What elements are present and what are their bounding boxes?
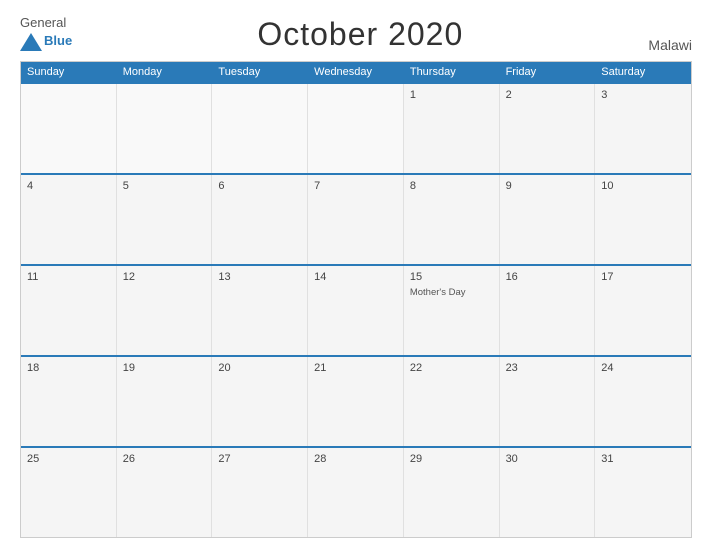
- day-cell-w5-d6: 30: [500, 448, 596, 537]
- day-number: 20: [218, 362, 301, 374]
- week-row-5: 25 26 27 28 29 30 31: [21, 446, 691, 537]
- day-cell-w4-d3: 20: [212, 357, 308, 446]
- day-number: 14: [314, 271, 397, 283]
- day-cell-w1-d6: 2: [500, 84, 596, 173]
- page: General Blue October 2020 Malawi Sunday …: [0, 0, 712, 550]
- day-cell-w5-d4: 28: [308, 448, 404, 537]
- day-cell-w4-d6: 23: [500, 357, 596, 446]
- weeks-container: 123456789101112131415Mother's Day1617181…: [21, 82, 691, 537]
- day-number: 4: [27, 180, 110, 192]
- day-cell-w5-d5: 29: [404, 448, 500, 537]
- day-number: 11: [27, 271, 110, 283]
- day-number: 3: [601, 89, 685, 101]
- day-number: 19: [123, 362, 206, 374]
- header-tuesday: Tuesday: [212, 62, 308, 82]
- calendar-title: October 2020: [257, 16, 463, 53]
- day-cell-w3-d3: 13: [212, 266, 308, 355]
- logo-triangle-icon: [20, 31, 42, 53]
- calendar: Sunday Monday Tuesday Wednesday Thursday…: [20, 61, 692, 538]
- day-number: 7: [314, 180, 397, 192]
- day-cell-w3-d6: 16: [500, 266, 596, 355]
- day-cell-w1-d4: [308, 84, 404, 173]
- logo-general: General: [20, 16, 72, 30]
- day-cell-w1-d3: [212, 84, 308, 173]
- week-row-3: 11 12 13 14 15 Mother's Day 16 17: [21, 264, 691, 355]
- day-headers-row: Sunday Monday Tuesday Wednesday Thursday…: [21, 62, 691, 82]
- logo: General Blue: [20, 16, 72, 52]
- day-number: 17: [601, 271, 685, 283]
- day-number: 22: [410, 362, 493, 374]
- day-cell-w2-d4: 7: [308, 175, 404, 264]
- header-friday: Friday: [500, 62, 596, 82]
- day-number: 9: [506, 180, 589, 192]
- day-cell-w5-d2: 26: [117, 448, 213, 537]
- day-cell-w4-d7: 24: [595, 357, 691, 446]
- logo-blue: Blue: [44, 34, 72, 48]
- day-cell-w1-d5: 1: [404, 84, 500, 173]
- day-cell-w4-d1: 18: [21, 357, 117, 446]
- day-number: 13: [218, 271, 301, 283]
- event-label: Mother's Day: [410, 287, 493, 298]
- day-number: 25: [27, 453, 110, 465]
- day-number: 2: [506, 89, 589, 101]
- day-cell-w4-d2: 19: [117, 357, 213, 446]
- header-monday: Monday: [117, 62, 213, 82]
- week-row-1: 1 23: [21, 82, 691, 173]
- day-number: 6: [218, 180, 301, 192]
- day-number: 23: [506, 362, 589, 374]
- day-number: 24: [601, 362, 685, 374]
- day-number: 28: [314, 453, 397, 465]
- day-cell-w4-d4: 21: [308, 357, 404, 446]
- day-cell-w1-d1: [21, 84, 117, 173]
- day-cell-w2-d3: 6: [212, 175, 308, 264]
- day-cell-w3-d2: 12: [117, 266, 213, 355]
- header-wednesday: Wednesday: [308, 62, 404, 82]
- header-thursday: Thursday: [404, 62, 500, 82]
- day-number: 29: [410, 453, 493, 465]
- day-cell-w2-d6: 9: [500, 175, 596, 264]
- country-label: Malawi: [648, 37, 692, 53]
- day-number: 15: [410, 271, 493, 283]
- day-cell-w3-d1: 11: [21, 266, 117, 355]
- day-number: 8: [410, 180, 493, 192]
- day-cell-w2-d2: 5: [117, 175, 213, 264]
- day-number: 27: [218, 453, 301, 465]
- header-sunday: Sunday: [21, 62, 117, 82]
- day-cell-w5-d3: 27: [212, 448, 308, 537]
- day-cell-w2-d1: 4: [21, 175, 117, 264]
- day-cell-w4-d5: 22: [404, 357, 500, 446]
- day-cell-w1-d2: [117, 84, 213, 173]
- day-number: 12: [123, 271, 206, 283]
- day-number: 26: [123, 453, 206, 465]
- header-saturday: Saturday: [595, 62, 691, 82]
- day-cell-w2-d7: 10: [595, 175, 691, 264]
- day-cell-w3-d5: 15 Mother's Day: [404, 266, 500, 355]
- day-number: 1: [410, 89, 493, 101]
- day-number: 30: [506, 453, 589, 465]
- day-number: 16: [506, 271, 589, 283]
- day-cell-w5-d1: 25: [21, 448, 117, 537]
- week-row-2: 4 56 7 8 9 10: [21, 173, 691, 264]
- day-cell-w3-d7: 17: [595, 266, 691, 355]
- day-cell-w5-d7: 31: [595, 448, 691, 537]
- header: General Blue October 2020 Malawi: [20, 16, 692, 53]
- day-number: 10: [601, 180, 685, 192]
- day-number: 31: [601, 453, 685, 465]
- day-number: 5: [123, 180, 206, 192]
- day-number: 18: [27, 362, 110, 374]
- day-cell-w1-d7: 3: [595, 84, 691, 173]
- day-cell-w2-d5: 8: [404, 175, 500, 264]
- day-cell-w3-d4: 14: [308, 266, 404, 355]
- week-row-4: 18 19 20 21 22 23 24: [21, 355, 691, 446]
- day-number: 21: [314, 362, 397, 374]
